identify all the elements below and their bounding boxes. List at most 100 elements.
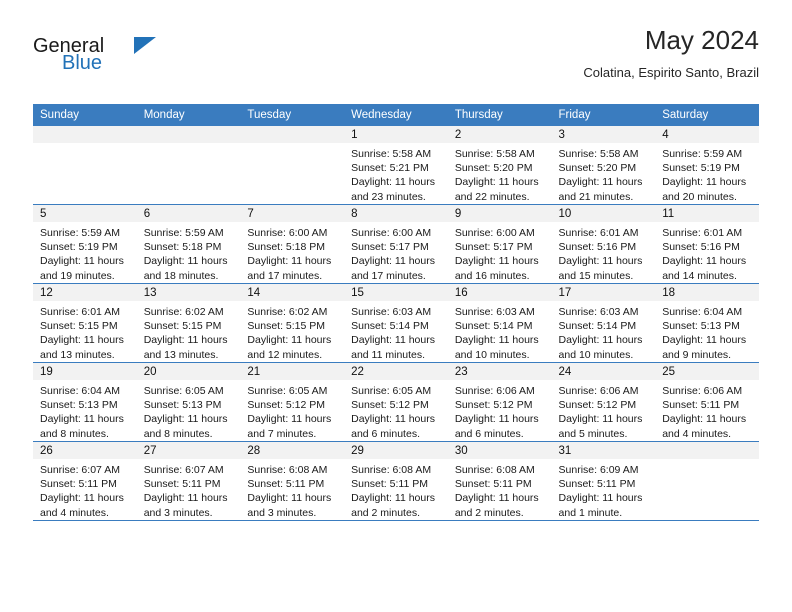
calendar-day[interactable]: 10 Sunrise: 6:01 AM Sunset: 5:16 PM Dayligh… [551,205,656,283]
calendar-day[interactable]: 22 Sunrise: 6:05 AM Sunset: 5:12 PM Dayligh… [344,363,448,441]
calendar-day[interactable]: 13 Sunrise: 6:02 AM Sunset: 5:15 PM Dayligh… [136,284,241,362]
day-details: Sunrise: 6:03 AM Sunset: 5:14 PM Daylight:… [448,301,552,362]
calendar-day-cell[interactable]: 20 Sunrise: 6:05 AM Sunset: 5:13 PM Dayligh… [136,362,241,442]
calendar-day[interactable]: 4 Sunrise: 5:59 AM Sunset: 5:19 PM Daylight… [655,126,759,204]
calendar-day-cell[interactable]: 22 Sunrise: 6:05 AM Sunset: 5:12 PM Dayligh… [344,362,448,442]
calendar-day[interactable]: 20 Sunrise: 6:05 AM Sunset: 5:13 PM Dayligh… [136,363,241,441]
calendar-day-cell[interactable]: 28 Sunrise: 6:08 AM Sunset: 5:11 PM Dayligh… [240,441,345,521]
calendar-day-cell[interactable]: 24 Sunrise: 6:06 AM Sunset: 5:12 PM Dayligh… [551,362,656,442]
daylight-text-line2: and 2 minutes. [454,506,524,519]
day-number: 19 [33,363,137,380]
calendar-day[interactable]: 26 Sunrise: 6:07 AM Sunset: 5:11 PM Dayligh… [33,442,137,520]
sunrise-text: Sunrise: 6:05 AM [247,385,328,397]
calendar-day[interactable]: 15 Sunrise: 6:03 AM Sunset: 5:14 PM Dayligh… [344,284,448,362]
calendar-day-cell[interactable]: 30 Sunrise: 6:08 AM Sunset: 5:11 PM Dayligh… [447,441,552,521]
daylight-text-line2: and 8 minutes. [143,427,213,440]
day-details: Sunrise: 6:06 AM Sunset: 5:12 PM Daylight:… [552,380,656,441]
calendar-day[interactable]: 23 Sunrise: 6:06 AM Sunset: 5:12 PM Dayligh… [447,363,552,441]
calendar-day[interactable]: 2 Sunrise: 5:58 AM Sunset: 5:20 PM Daylight… [447,126,552,204]
day-number: 11 [655,205,759,222]
calendar-day-cell[interactable]: 17 Sunrise: 6:03 AM Sunset: 5:14 PM Dayligh… [551,283,656,363]
weekday-header-friday: Friday [551,104,656,126]
calendar-day[interactable]: 3 Sunrise: 5:58 AM Sunset: 5:20 PM Daylight… [551,126,656,204]
calendar-day-cell[interactable]: 11 Sunrise: 6:01 AM Sunset: 5:16 PM Dayligh… [655,204,759,284]
calendar-day[interactable]: 19 Sunrise: 6:04 AM Sunset: 5:13 PM Dayligh… [33,363,137,441]
calendar-day[interactable]: 17 Sunrise: 6:03 AM Sunset: 5:14 PM Dayligh… [551,284,656,362]
calendar-day[interactable]: 25 Sunrise: 6:06 AM Sunset: 5:11 PM Dayligh… [655,363,759,441]
calendar-day-cell[interactable]: 1 Sunrise: 5:58 AM Sunset: 5:21 PM Daylight… [344,126,448,205]
calendar-day-cell[interactable]: 4 Sunrise: 5:59 AM Sunset: 5:19 PM Daylight… [655,126,759,205]
calendar-day[interactable]: 1 Sunrise: 5:58 AM Sunset: 5:21 PM Daylight… [344,126,448,204]
calendar-day[interactable]: 7 Sunrise: 6:00 AM Sunset: 5:18 PM Daylight… [240,205,345,283]
calendar-day-cell[interactable] [136,126,241,205]
daylight-text-line1: Daylight: 11 hours [558,255,643,268]
calendar-day[interactable]: 21 Sunrise: 6:05 AM Sunset: 5:12 PM Dayligh… [240,363,345,441]
calendar-day-cell[interactable]: 10 Sunrise: 6:01 AM Sunset: 5:16 PM Dayligh… [551,204,656,284]
daylight-text-line2: and 6 minutes. [351,427,420,440]
sunset-text: Sunset: 5:19 PM [40,241,118,254]
calendar-day[interactable]: 27 Sunrise: 6:07 AM Sunset: 5:11 PM Dayligh… [136,442,241,520]
calendar-day-cell[interactable] [240,126,345,205]
calendar-day-cell[interactable]: 16 Sunrise: 6:03 AM Sunset: 5:14 PM Dayligh… [447,283,552,363]
calendar-day-cell[interactable]: 21 Sunrise: 6:05 AM Sunset: 5:12 PM Dayligh… [240,362,345,442]
calendar-day-cell[interactable]: 26 Sunrise: 6:07 AM Sunset: 5:11 PM Dayligh… [33,441,137,521]
sunrise-text: Sunrise: 6:00 AM [351,227,432,239]
calendar-day-cell[interactable] [655,441,759,521]
calendar-day[interactable]: 12 Sunrise: 6:01 AM Sunset: 5:15 PM Dayligh… [33,284,137,362]
sunset-text: Sunset: 5:11 PM [351,478,428,491]
daylight-text-line1: Daylight: 11 hours [558,176,643,189]
daylight-text-line2: and 2 minutes. [351,506,420,519]
day-details: Sunrise: 5:59 AM Sunset: 5:19 PM Daylight:… [655,143,759,204]
calendar-day-cell[interactable]: 23 Sunrise: 6:06 AM Sunset: 5:12 PM Dayligh… [447,362,552,442]
calendar-day[interactable]: 9 Sunrise: 6:00 AM Sunset: 5:17 PM Daylight… [447,205,552,283]
day-number: 8 [344,205,448,222]
calendar-day-cell[interactable]: 8 Sunrise: 6:00 AM Sunset: 5:17 PM Daylight… [344,204,448,284]
sunrise-text: Sunrise: 6:03 AM [454,306,535,318]
calendar-day-cell[interactable] [33,126,137,205]
calendar-week-row: 12 Sunrise: 6:01 AM Sunset: 5:15 PM Dayligh… [33,283,759,363]
calendar-day-cell[interactable]: 19 Sunrise: 6:04 AM Sunset: 5:13 PM Dayligh… [33,362,137,442]
day-number: 29 [344,442,448,459]
daylight-text-line2: and 8 minutes. [40,427,109,440]
calendar-day-cell[interactable]: 27 Sunrise: 6:07 AM Sunset: 5:11 PM Dayligh… [136,441,241,521]
sunset-text: Sunset: 5:15 PM [247,320,326,333]
calendar-day-cell[interactable]: 13 Sunrise: 6:02 AM Sunset: 5:15 PM Dayligh… [136,283,241,363]
calendar-day-cell[interactable]: 9 Sunrise: 6:00 AM Sunset: 5:17 PM Daylight… [447,204,552,284]
calendar-day-cell[interactable]: 14 Sunrise: 6:02 AM Sunset: 5:15 PM Dayligh… [240,283,345,363]
daylight-text-line1: Daylight: 11 hours [454,176,539,189]
daylight-text-line1: Daylight: 11 hours [247,255,332,268]
calendar-day[interactable]: 11 Sunrise: 6:01 AM Sunset: 5:16 PM Dayligh… [655,205,759,283]
calendar-day[interactable]: 24 Sunrise: 6:06 AM Sunset: 5:12 PM Dayligh… [551,363,656,441]
day-details: Sunrise: 6:08 AM Sunset: 5:11 PM Daylight:… [448,459,552,520]
calendar-day[interactable]: 16 Sunrise: 6:03 AM Sunset: 5:14 PM Dayligh… [447,284,552,362]
calendar-day[interactable]: 31 Sunrise: 6:09 AM Sunset: 5:11 PM Dayligh… [551,442,656,520]
calendar-day-cell[interactable]: 3 Sunrise: 5:58 AM Sunset: 5:20 PM Daylight… [551,126,656,205]
daylight-text-line1: Daylight: 11 hours [454,413,539,426]
calendar-day[interactable]: 29 Sunrise: 6:08 AM Sunset: 5:11 PM Dayligh… [344,442,448,520]
calendar-day[interactable]: 8 Sunrise: 6:00 AM Sunset: 5:17 PM Daylight… [344,205,448,283]
daylight-text-line2: and 4 minutes. [40,506,109,519]
calendar-day[interactable]: 28 Sunrise: 6:08 AM Sunset: 5:11 PM Dayligh… [240,442,345,520]
calendar-day-cell[interactable]: 7 Sunrise: 6:00 AM Sunset: 5:18 PM Daylight… [240,204,345,284]
calendar-day[interactable]: 18 Sunrise: 6:04 AM Sunset: 5:13 PM Dayligh… [655,284,759,362]
calendar-day-cell[interactable]: 12 Sunrise: 6:01 AM Sunset: 5:15 PM Dayligh… [33,283,137,363]
calendar-day[interactable]: 14 Sunrise: 6:02 AM Sunset: 5:15 PM Dayligh… [240,284,345,362]
calendar-day[interactable]: 6 Sunrise: 5:59 AM Sunset: 5:18 PM Daylight… [136,205,241,283]
day-details: Sunrise: 6:02 AM Sunset: 5:15 PM Daylight:… [240,301,344,362]
calendar-day-cell[interactable]: 31 Sunrise: 6:09 AM Sunset: 5:11 PM Dayligh… [551,441,656,521]
calendar-day-cell[interactable]: 2 Sunrise: 5:58 AM Sunset: 5:20 PM Daylight… [447,126,552,205]
calendar-day-cell[interactable]: 18 Sunrise: 6:04 AM Sunset: 5:13 PM Dayligh… [655,283,759,363]
calendar-day-cell[interactable]: 6 Sunrise: 5:59 AM Sunset: 5:18 PM Daylight… [136,204,241,284]
calendar-day[interactable]: 5 Sunrise: 5:59 AM Sunset: 5:19 PM Daylight… [33,205,137,283]
calendar-day-cell[interactable]: 5 Sunrise: 5:59 AM Sunset: 5:19 PM Daylight… [33,204,137,284]
day-number: 9 [447,205,552,222]
sunset-text: Sunset: 5:13 PM [662,320,740,333]
calendar-day-cell[interactable]: 29 Sunrise: 6:08 AM Sunset: 5:11 PM Dayligh… [344,441,448,521]
calendar-day[interactable]: 30 Sunrise: 6:08 AM Sunset: 5:11 PM Dayligh… [447,442,552,520]
calendar-day-cell[interactable]: 15 Sunrise: 6:03 AM Sunset: 5:14 PM Dayligh… [344,283,448,363]
calendar-body: 1 Sunrise: 5:58 AM Sunset: 5:21 PM Daylight… [33,126,759,521]
sunset-text: Sunset: 5:14 PM [454,320,533,333]
daylight-text-line2: and 17 minutes. [247,269,323,282]
calendar-day-cell[interactable]: 25 Sunrise: 6:06 AM Sunset: 5:11 PM Dayligh… [655,362,759,442]
sunset-text: Sunset: 5:11 PM [40,478,117,491]
